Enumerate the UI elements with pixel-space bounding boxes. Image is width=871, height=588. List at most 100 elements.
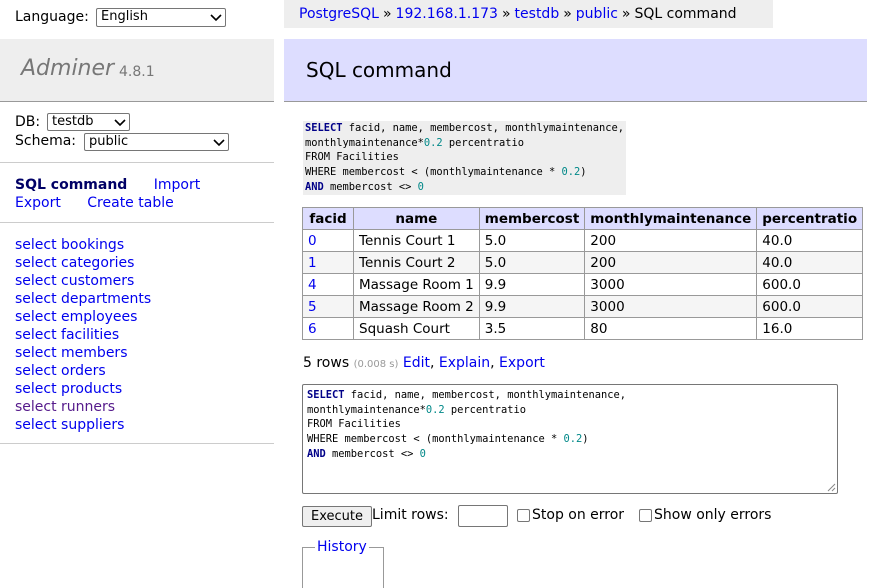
create-table-link[interactable]: Create table — [87, 195, 173, 211]
divider — [0, 443, 274, 444]
table-row: 5 Massage Room 2 9.9 3000 600.0 — [302, 295, 864, 318]
table-cell: 40.0 — [756, 229, 864, 252]
table-cell: 600.0 — [756, 295, 864, 318]
sql-number: 0 — [417, 180, 424, 193]
column-header[interactable]: name — [353, 207, 480, 230]
sql-keyword: SELECT — [307, 389, 345, 401]
sql-text: WHERE membercost < (monthlymaintenance * — [305, 166, 562, 179]
db-select[interactable]: testdb — [47, 113, 130, 131]
chevron-down-icon — [210, 14, 222, 22]
column-header[interactable]: monthlymaintenance — [584, 207, 758, 230]
table-cell: 3.5 — [478, 317, 586, 340]
table-link[interactable]: select categories — [15, 254, 151, 272]
sql-text: facid, name, membercost, monthlymaintena… — [344, 389, 627, 401]
language-select[interactable]: English — [96, 8, 226, 27]
breadcrumb-separator: » — [563, 6, 572, 22]
sql-text: FROM Facilities — [307, 418, 401, 431]
show-only-errors-checkbox[interactable] — [639, 509, 652, 522]
table-cell: 600.0 — [756, 273, 864, 296]
db-selector: DB: testdb Schema: public — [15, 113, 275, 151]
table-link[interactable]: select customers — [15, 272, 151, 290]
history-fieldset: History — [302, 539, 384, 588]
import-link[interactable]: Import — [154, 177, 200, 193]
breadcrumb-schema[interactable]: public — [576, 6, 618, 22]
table-row: 0 Tennis Court 1 5.0 200 40.0 — [302, 229, 864, 252]
sql-number: 0.2 — [425, 403, 445, 416]
logo-version: 4.8.1 — [119, 64, 155, 80]
sql-number: 0 — [419, 447, 426, 460]
table-cell: 200 — [584, 229, 758, 252]
table-cell: 80 — [584, 317, 758, 340]
schema-label: Schema: — [15, 133, 77, 149]
stop-on-error-label[interactable]: Stop on error — [532, 507, 624, 523]
breadcrumb-host[interactable]: 192.168.1.173 — [396, 6, 498, 22]
limit-rows-input[interactable] — [458, 505, 508, 527]
row-id-link[interactable]: 1 — [302, 251, 354, 274]
table-link[interactable]: select runners — [15, 398, 151, 416]
sql-text: ) — [582, 433, 589, 446]
column-header[interactable]: facid — [302, 207, 354, 230]
row-id-link[interactable]: 6 — [302, 317, 354, 340]
table-link[interactable]: select products — [15, 380, 151, 398]
schema-select[interactable]: public — [84, 133, 229, 151]
tables-list: select bookings select categories select… — [15, 236, 151, 434]
separator-comma: , — [490, 355, 495, 371]
sql-text: percentratio — [444, 403, 526, 416]
execute-bar: Execute Limit rows: Stop on error Show o… — [302, 505, 862, 527]
row-id-link[interactable]: 5 — [302, 295, 354, 318]
resize-handle-icon[interactable] — [827, 483, 836, 492]
sql-text: WHERE membercost < (monthlymaintenance * — [307, 433, 564, 446]
sql-text: ) — [580, 166, 587, 179]
stop-on-error-checkbox[interactable] — [517, 509, 530, 522]
limit-rows-label: Limit rows: — [372, 507, 449, 523]
column-header[interactable]: percentratio — [756, 207, 864, 230]
table-link[interactable]: select employees — [15, 308, 151, 326]
language-label: Language: — [15, 9, 89, 25]
table-cell: Tennis Court 2 — [353, 251, 480, 274]
divider — [0, 162, 274, 163]
language-bar: Language: English — [15, 8, 275, 28]
row-count: 5 rows — [303, 355, 350, 371]
table-link[interactable]: select departments — [15, 290, 151, 308]
breadcrumb-driver[interactable]: PostgreSQL — [299, 6, 379, 22]
execute-button[interactable]: Execute — [302, 506, 372, 527]
table-row: 6 Squash Court 3.5 80 16.0 — [302, 317, 864, 340]
language-select-value: English — [101, 9, 148, 24]
export-results-link[interactable]: Export — [499, 355, 545, 371]
table-cell: Squash Court — [353, 317, 480, 340]
edit-link[interactable]: Edit — [403, 355, 430, 371]
table-cell: Massage Room 1 — [353, 273, 480, 296]
chevron-down-icon — [114, 119, 126, 127]
history-toggle-link[interactable]: History — [315, 539, 369, 555]
show-only-errors-label[interactable]: Show only errors — [654, 507, 771, 523]
logo-name[interactable]: Adminer — [21, 56, 114, 81]
sql-number: 0.2 — [423, 136, 443, 149]
table-link[interactable]: select bookings — [15, 236, 151, 254]
rows-summary: 5 rows (0.008 s) Edit, Explain, Export — [303, 355, 545, 371]
sql-command-link[interactable]: SQL command — [15, 177, 127, 193]
sql-text: monthlymaintenance* — [307, 403, 426, 416]
command-links: SQL command Import Export Create table — [15, 176, 270, 212]
table-link[interactable]: select orders — [15, 362, 151, 380]
table-cell: 200 — [584, 251, 758, 274]
breadcrumb-database[interactable]: testdb — [515, 6, 560, 22]
sql-number: 0.2 — [561, 166, 581, 179]
explain-link[interactable]: Explain — [439, 355, 490, 371]
table-cell: 16.0 — [756, 317, 864, 340]
column-header[interactable]: membercost — [478, 207, 586, 230]
db-label: DB: — [15, 114, 41, 130]
table-link[interactable]: select suppliers — [15, 416, 151, 434]
table-link[interactable]: select members — [15, 344, 151, 362]
page-title: SQL command — [306, 58, 452, 82]
row-id-link[interactable]: 0 — [302, 229, 354, 252]
sql-editor[interactable]: SELECT facid, name, membercost, monthlym… — [302, 384, 838, 494]
export-link[interactable]: Export — [15, 195, 61, 211]
row-id-link[interactable]: 4 — [302, 273, 354, 296]
breadcrumb-separator: » — [501, 6, 511, 22]
breadcrumb-separator: » — [382, 6, 392, 22]
table-cell: 3000 — [584, 295, 758, 318]
table-cell: 3000 — [584, 273, 758, 296]
breadcrumb: PostgreSQL» 192.168.1.173» testdb» public» S… — [284, 0, 773, 28]
chevron-down-icon — [213, 139, 225, 147]
table-link[interactable]: select facilities — [15, 326, 151, 344]
